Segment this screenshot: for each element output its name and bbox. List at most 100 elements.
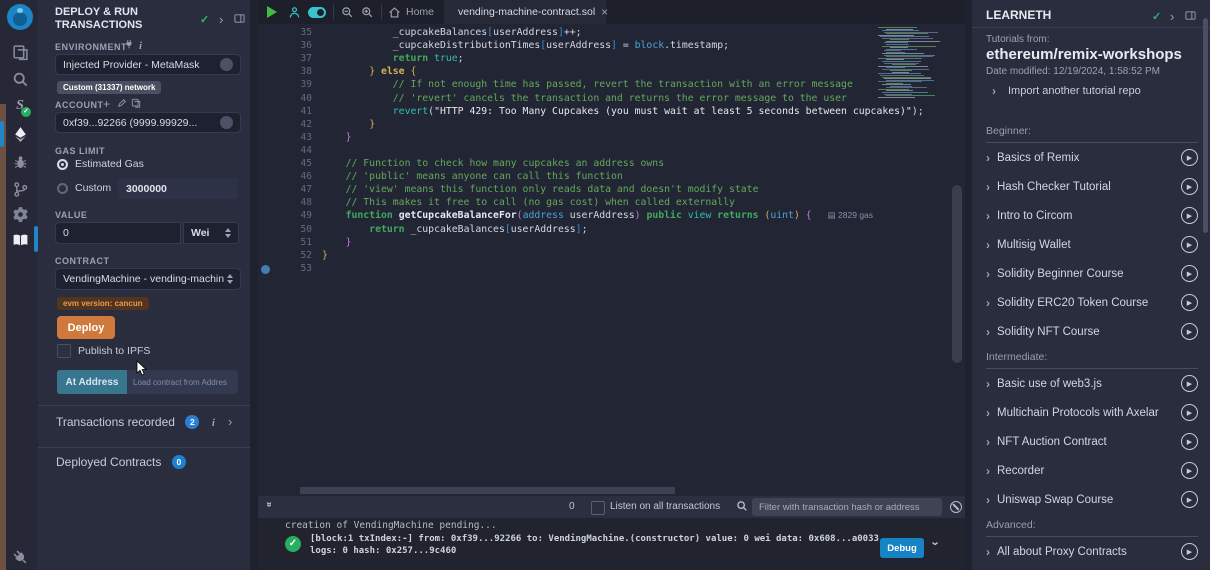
tutorial-item[interactable]: ›Uniswap Swap Course▶ — [986, 485, 1198, 514]
play-tutorial-button[interactable]: ▶ — [1181, 294, 1198, 311]
horizontal-scrollbar[interactable] — [300, 487, 675, 494]
edit-account-icon[interactable] — [117, 98, 127, 108]
code-line-48: 48 // This makes it free to call (no gas… — [258, 197, 965, 210]
search-button[interactable] — [7, 67, 33, 91]
import-repo-toggle[interactable]: › Import another tutorial repo — [992, 84, 1141, 98]
tutorial-item[interactable]: ›Solidity ERC20 Token Course▶ — [986, 288, 1198, 317]
info-icon[interactable]: i — [212, 417, 215, 429]
code-editor[interactable]: 35 _cupcakeBalances[userAddress]++;36 _c… — [258, 24, 965, 487]
expand-chevron-icon[interactable]: › — [228, 414, 232, 429]
unit-stepper-icon[interactable] — [225, 228, 231, 238]
source-control-button[interactable] — [7, 177, 33, 201]
pin-panel-icon[interactable] — [234, 13, 245, 24]
play-tutorial-button[interactable]: ▶ — [1181, 178, 1198, 195]
clear-console-icon[interactable] — [950, 501, 962, 513]
tutorial-item[interactable]: ›Solidity Beginner Course▶ — [986, 259, 1198, 288]
debugger-button[interactable] — [7, 150, 33, 174]
tutorial-item[interactable]: ›Deploy with Libraries▶ — [986, 566, 1198, 570]
tutorial-list: Beginner:›Basics of Remix▶›Hash Checker … — [986, 120, 1198, 570]
home-button[interactable] — [386, 0, 402, 24]
file-explorer-button[interactable] — [7, 40, 33, 64]
listen-checkbox[interactable] — [591, 501, 605, 515]
debug-button[interactable]: Debug — [880, 538, 924, 558]
play-tutorial-button[interactable]: ▶ — [1181, 323, 1198, 340]
tutorial-item[interactable]: ›Solidity NFT Course▶ — [986, 317, 1198, 346]
play-tutorial-button[interactable]: ▶ — [1181, 265, 1198, 282]
deployed-contracts-row[interactable]: Deployed Contracts 0 — [56, 453, 250, 481]
chevron-right-icon[interactable]: › — [1170, 9, 1174, 24]
deploy-run-button[interactable] — [7, 122, 33, 146]
checkbox-icon[interactable] — [57, 344, 71, 358]
tutorial-item[interactable]: ›Multichain Protocols with Axelar▶ — [986, 398, 1198, 427]
settings-button[interactable] — [7, 202, 33, 226]
book-icon — [12, 232, 29, 249]
assistant-button[interactable] — [285, 0, 303, 24]
zoom-in-button[interactable] — [358, 0, 376, 24]
zoom-out-button[interactable] — [338, 0, 356, 24]
environment-select-badge[interactable] — [220, 58, 233, 71]
play-icon — [267, 6, 277, 18]
value-unit-select[interactable]: Wei — [183, 222, 239, 244]
expand-terminal-icon[interactable]: « — [263, 502, 274, 508]
tutorial-title: Solidity NFT Course — [997, 326, 1100, 338]
active-plugin-indicator — [0, 121, 4, 147]
play-tutorial-button[interactable]: ▶ — [1181, 404, 1198, 421]
listen-label[interactable]: Listen on all transactions — [610, 501, 720, 512]
panel-scrollbar[interactable] — [1203, 18, 1208, 233]
tutorial-item[interactable]: ›Intro to Circom▶ — [986, 201, 1198, 230]
chevron-right-icon: › — [992, 84, 996, 98]
files-icon — [12, 44, 29, 61]
learneth-button[interactable] — [7, 228, 33, 252]
tutorial-item[interactable]: ›All about Proxy Contracts▶ — [986, 537, 1198, 566]
custom-gas-input[interactable]: 3000000 — [118, 178, 238, 199]
copilot-toggle[interactable] — [306, 0, 328, 24]
publish-ipfs-option[interactable]: Publish to IPFS — [57, 344, 150, 358]
tutorial-item[interactable]: ›Hash Checker Tutorial▶ — [986, 172, 1198, 201]
deploy-button[interactable]: Deploy — [57, 316, 115, 339]
tutorial-item[interactable]: ›Basics of Remix▶ — [986, 143, 1198, 172]
contract-select[interactable]: VendingMachine - vending-machin — [55, 268, 241, 290]
date-modified: Date modified: 12/19/2024, 1:58:52 PM — [986, 66, 1160, 77]
line-number: 39 — [278, 79, 312, 90]
minimap[interactable] — [876, 27, 940, 101]
chevron-right-icon: › — [986, 296, 990, 310]
value-input[interactable]: 0 — [55, 222, 181, 244]
terminal-search-icon[interactable] — [736, 500, 748, 512]
play-tutorial-button[interactable]: ▶ — [1181, 375, 1198, 392]
chevron-right-icon[interactable]: › — [219, 12, 223, 27]
tutorial-item[interactable]: ›NFT Auction Contract▶ — [986, 427, 1198, 456]
play-tutorial-button[interactable]: ▶ — [1181, 462, 1198, 479]
plug-small-icon[interactable] — [124, 39, 134, 49]
account-select-badge[interactable] — [220, 116, 233, 129]
breakpoint-icon[interactable] — [261, 265, 270, 274]
play-tutorial-button[interactable]: ▶ — [1181, 491, 1198, 508]
tutorial-item[interactable]: ›Basic use of web3.js▶ — [986, 369, 1198, 398]
vertical-scrollbar[interactable] — [952, 185, 962, 363]
tutorial-item[interactable]: ›Recorder▶ — [986, 456, 1198, 485]
plugin-connect-button[interactable] — [7, 545, 33, 569]
filter-input[interactable]: Filter with transaction hash or address — [752, 498, 942, 516]
play-tutorial-button[interactable]: ▶ — [1181, 236, 1198, 253]
add-account-icon[interactable]: + — [103, 97, 110, 111]
play-tutorial-button[interactable]: ▶ — [1181, 433, 1198, 450]
pin-panel-icon[interactable] — [1185, 10, 1196, 21]
play-tutorial-button[interactable]: ▶ — [1181, 149, 1198, 166]
copy-account-icon[interactable] — [131, 98, 141, 108]
tutorial-item[interactable]: ›Multisig Wallet▶ — [986, 230, 1198, 259]
estimated-gas-option[interactable]: Estimated Gas — [57, 158, 144, 170]
environment-select[interactable]: Injected Provider - MetaMask — [55, 54, 241, 75]
transactions-recorded-row[interactable]: Transactions recorded 2 i › — [56, 413, 250, 441]
solidity-compiler-button[interactable]: S ✓ — [7, 94, 33, 118]
expand-tx-chevron-icon[interactable]: › — [929, 541, 944, 545]
run-script-button[interactable] — [264, 0, 280, 24]
home-tab-label[interactable]: Home — [402, 0, 438, 24]
play-tutorial-button[interactable]: ▶ — [1181, 207, 1198, 224]
account-select[interactable]: 0xf39...92266 (9999.99929... — [55, 112, 241, 133]
tab-vending-machine-contract[interactable]: vending-machine-contract.sol × — [444, 0, 606, 24]
info-icon[interactable]: i — [139, 40, 142, 52]
remix-logo[interactable] — [7, 5, 33, 29]
play-tutorial-button[interactable]: ▶ — [1181, 543, 1198, 560]
close-tab-icon[interactable]: × — [601, 5, 608, 19]
at-address-button[interactable]: At Address — [57, 370, 127, 394]
custom-gas-option[interactable]: Custom — [57, 182, 111, 194]
